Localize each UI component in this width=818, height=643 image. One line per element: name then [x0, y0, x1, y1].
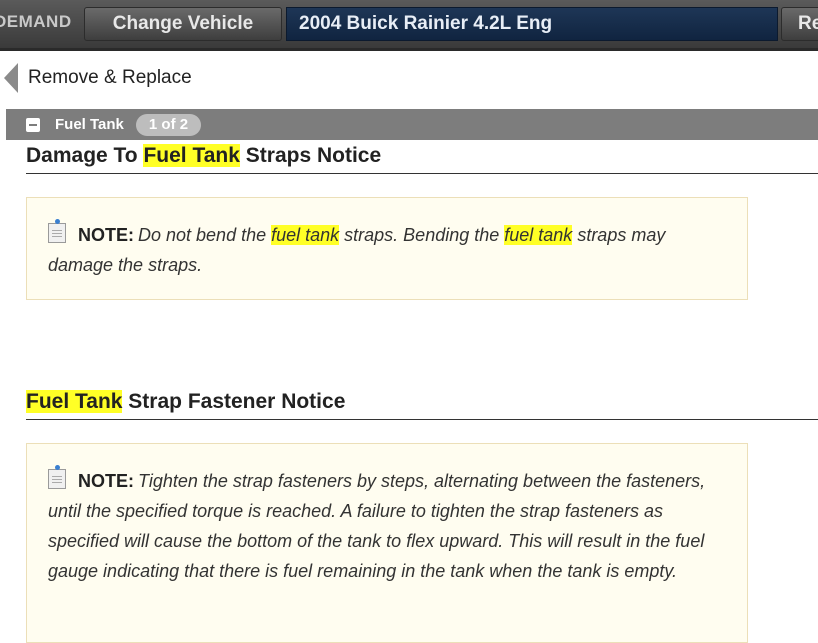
top-bar: DEMAND Change Vehicle 2004 Buick Rainier… — [0, 0, 818, 51]
heading-text: Straps Notice — [239, 144, 382, 167]
note-label: NOTE: — [78, 471, 134, 491]
brand-logo: DEMAND — [0, 12, 72, 31]
heading-text: Strap Fastener Notice — [122, 390, 346, 413]
vehicle-label: 2004 Buick Rainier 4.2L Eng — [286, 7, 778, 41]
back-arrow-icon — [4, 63, 18, 93]
note-label: NOTE: — [78, 225, 134, 245]
section-header: Fuel Tank 1 of 2 — [6, 109, 818, 140]
change-vehicle-button[interactable]: Change Vehicle — [84, 7, 282, 41]
note-icon — [48, 465, 66, 489]
note-text-part: Do not bend the — [138, 225, 272, 245]
notice-heading: Damage To Fuel Tank Straps Notice — [26, 144, 818, 174]
note-text: Tighten the strap fasteners by steps, al… — [48, 471, 706, 581]
back-link-label: Remove & Replace — [28, 67, 192, 88]
note-highlight: fuel tank — [504, 225, 573, 245]
section-title: Fuel Tank — [55, 116, 124, 133]
back-link[interactable]: Remove & Replace — [4, 63, 192, 93]
note-box: NOTE: Tighten the strap fasteners by step… — [26, 443, 748, 643]
note-box: NOTE: Do not bend the fuel tank straps. B… — [26, 197, 748, 300]
right-nav-button[interactable]: Re — [781, 7, 818, 41]
note-highlight: fuel tank — [271, 225, 340, 245]
heading-highlight: Fuel Tank — [26, 390, 123, 413]
collapse-icon[interactable] — [26, 117, 40, 132]
heading-highlight: Fuel Tank — [143, 144, 240, 167]
note-text: Do not bend the fuel tank straps. Bendin… — [48, 225, 665, 275]
note-icon — [48, 219, 66, 243]
note-text-part: straps. Bending the — [339, 225, 505, 245]
notice-heading: Fuel Tank Strap Fastener Notice — [26, 390, 818, 420]
page-indicator: 1 of 2 — [135, 113, 202, 136]
heading-text: Damage To — [26, 144, 144, 167]
